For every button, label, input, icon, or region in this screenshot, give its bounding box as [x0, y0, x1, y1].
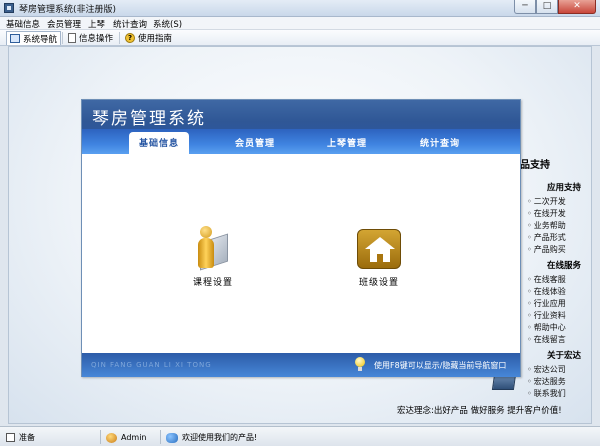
- user-guide-label: 使用指南: [138, 34, 173, 44]
- toolbar-separator: [119, 32, 120, 44]
- status-bar: 准备 Admin 欢迎使用我们的产品!: [0, 426, 600, 446]
- course-settings-label[interactable]: 课程设置: [193, 275, 233, 288]
- menu-basic-info[interactable]: 基础信息: [6, 18, 40, 30]
- menu-member-management[interactable]: 会员管理: [47, 18, 81, 30]
- navigation-icon: [10, 34, 20, 43]
- user-icon[interactable]: [190, 226, 230, 271]
- link-contact[interactable]: 联系我们: [527, 388, 566, 399]
- link-business-help[interactable]: 业务帮助: [527, 220, 566, 231]
- help-icon: ?: [125, 33, 135, 43]
- support-panel: 品支持 应用支持 二次开发 在线开发 业务帮助 产品形式 产品购买 在线服务 在…: [520, 150, 600, 398]
- people-icon: [166, 432, 178, 443]
- minimize-button[interactable]: ─: [514, 0, 536, 14]
- pinyin-watermark: QIN FANG GUAN LI XI TONG: [91, 361, 212, 369]
- window-title: 琴房管理系统(非注册版): [19, 5, 117, 15]
- tab-member-management[interactable]: 会员管理: [235, 136, 275, 149]
- toolbar-separator: [62, 32, 63, 44]
- tab-basic-info[interactable]: 基础信息: [129, 132, 190, 154]
- link-online-dev[interactable]: 在线开发: [527, 208, 566, 219]
- system-nav-button[interactable]: 系统导航: [6, 31, 62, 45]
- menu-system[interactable]: 系统(S): [153, 18, 182, 30]
- menu-bar: 基础信息 会员管理 上琴 统计查询 系统(S): [0, 17, 600, 30]
- link-online-support[interactable]: 在线客服: [527, 274, 566, 285]
- user-guide-button[interactable]: ? 使用指南: [122, 31, 175, 45]
- link-secondary-dev[interactable]: 二次开发: [527, 196, 566, 207]
- tab-statistics[interactable]: 统计查询: [420, 136, 460, 149]
- menu-practice[interactable]: 上琴: [88, 18, 105, 30]
- link-help-center[interactable]: 帮助中心: [527, 322, 566, 333]
- f8-hint: 使用F8键可以显示/隐藏当前导航窗口: [374, 361, 507, 370]
- link-online-message[interactable]: 在线留言: [527, 334, 566, 345]
- link-product-form[interactable]: 产品形式: [527, 232, 566, 243]
- toolbar: 系统导航 信息操作 ? 使用指南: [0, 30, 600, 46]
- panel-footer: QIN FANG GUAN LI XI TONG 使用F8键可以显示/隐藏当前导…: [82, 353, 520, 377]
- maximize-button[interactable]: □: [536, 0, 558, 14]
- navigation-panel: 琴房管理系统 基础信息 会员管理 上琴管理 统计查询 课程设置 班级设置 QIN…: [81, 99, 521, 377]
- section-heading-online-service: 在线服务: [547, 261, 582, 271]
- support-title: 品支持: [520, 160, 550, 171]
- window-controls: ─ □ ✕: [514, 0, 596, 15]
- document-icon: [68, 33, 76, 43]
- status-ready: 准备: [6, 431, 35, 444]
- tab-strip: 基础信息 会员管理 上琴管理 统计查询: [82, 129, 520, 154]
- status-welcome-label: 欢迎使用我们的产品!: [182, 433, 258, 442]
- status-user: Admin: [106, 431, 147, 444]
- status-user-label: Admin: [121, 433, 147, 442]
- lightbulb-icon: [354, 357, 366, 372]
- ready-icon: [6, 433, 15, 442]
- app-icon: [4, 3, 14, 13]
- status-separator: [100, 430, 101, 444]
- status-ready-label: 准备: [19, 433, 35, 442]
- menu-statistics[interactable]: 统计查询: [113, 18, 147, 30]
- status-separator: [160, 430, 161, 444]
- section-heading-about: 关于宏达: [547, 351, 582, 361]
- title-bar: 琴房管理系统(非注册版) ─ □ ✕: [0, 0, 600, 17]
- link-industry-docs[interactable]: 行业资料: [527, 310, 566, 321]
- section-heading-app-support: 应用支持: [547, 183, 582, 193]
- class-settings-label[interactable]: 班级设置: [359, 275, 399, 288]
- link-services[interactable]: 宏达服务: [527, 376, 566, 387]
- system-nav-label: 系统导航: [23, 34, 58, 45]
- info-operation-button[interactable]: 信息操作: [65, 31, 116, 45]
- link-product-purchase[interactable]: 产品购买: [527, 244, 566, 255]
- info-operation-label: 信息操作: [79, 34, 114, 44]
- tab-practice-management[interactable]: 上琴管理: [327, 136, 367, 149]
- panel-title: 琴房管理系统: [92, 109, 206, 129]
- house-icon[interactable]: [357, 229, 401, 269]
- link-company[interactable]: 宏达公司: [527, 364, 566, 375]
- company-slogan: 宏达理念:出好产品 做好服务 提升客户价值!: [397, 406, 562, 416]
- user-icon: [106, 432, 117, 443]
- status-welcome: 欢迎使用我们的产品!: [166, 431, 257, 444]
- link-online-trial[interactable]: 在线体验: [527, 286, 566, 297]
- link-industry-apps[interactable]: 行业应用: [527, 298, 566, 309]
- close-button[interactable]: ✕: [558, 0, 596, 14]
